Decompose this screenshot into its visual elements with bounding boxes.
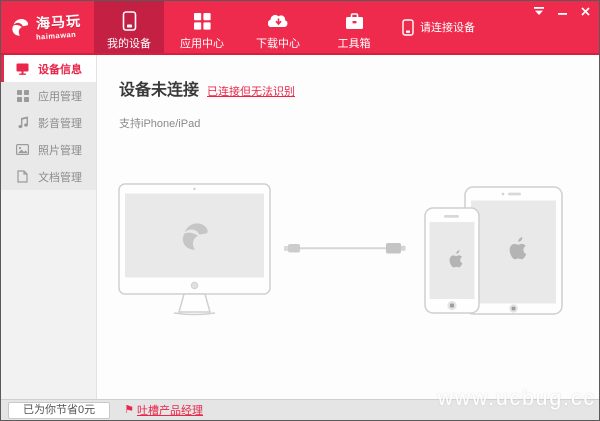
seahorse-logo-icon [12,19,29,36]
tab-my-devices[interactable]: 我的设备 [94,1,164,53]
header-bar: 海马玩 haimawan 我的设备 应用中心 下载中心 工具箱 请连接设备 [1,1,599,55]
connection-illustration [118,183,563,316]
toolbox-icon [345,11,364,31]
photo-icon [16,143,29,156]
minimize-button[interactable] [556,6,568,17]
main-content: 设备未连接 已连接但无法识别 支持iPhone/iPad [98,55,599,399]
tab-label: 我的设备 [107,38,151,50]
sidebar-item-label: 影音管理 [38,117,82,130]
iphone-illustration [424,207,480,314]
phone-icon [122,11,137,31]
monitor-icon [16,62,29,75]
music-icon [16,116,29,129]
menu-button[interactable] [533,6,545,17]
sidebar-item-label: 文档管理 [38,171,82,184]
apps-icon [16,89,29,102]
feedback-area[interactable]: ⚑ 吐槽产品经理 [124,402,203,418]
usb-cable [284,243,406,254]
document-icon [16,170,29,183]
cloud-download-icon [267,11,289,31]
connected-not-recognized-link[interactable]: 已连接但无法识别 [207,83,295,99]
connect-device-label: 请连接设备 [420,22,475,34]
sidebar: 设备信息 应用管理 影音管理 照片管理 文档管理 [1,55,97,399]
monitor-illustration [118,183,271,316]
window-controls [533,6,591,17]
tab-download-center[interactable]: 下载中心 [240,1,316,53]
sidebar-item-device-info[interactable]: 设备信息 [1,55,96,82]
sidebar-item-app-manage[interactable]: 应用管理 [1,82,96,109]
tab-toolbox[interactable]: 工具箱 [316,1,392,53]
sidebar-item-label: 照片管理 [38,144,82,157]
phone-small-icon [402,18,414,36]
logo-text: 海马玩 haimawan [35,12,82,42]
flag-icon: ⚑ [124,403,134,416]
connect-device-status: 请连接设备 [402,1,475,53]
app-logo: 海马玩 haimawan [1,1,94,53]
app-window: 海马玩 haimawan 我的设备 应用中心 下载中心 工具箱 请连接设备 设备… [0,0,600,421]
sidebar-item-label: 设备信息 [38,63,82,76]
tab-label: 应用中心 [180,38,224,50]
supported-devices-text: 支持iPhone/iPad [119,118,201,130]
tab-label: 工具箱 [337,38,371,50]
tab-app-center[interactable]: 应用中心 [164,1,240,53]
tab-label: 下载中心 [256,38,300,50]
brand-name: 海马玩 [35,12,82,32]
sidebar-item-doc-manage[interactable]: 文档管理 [1,163,96,190]
title-row: 设备未连接 已连接但无法识别 [119,76,295,100]
sidebar-item-label: 应用管理 [38,90,82,103]
page-title: 设备未连接 [119,82,200,99]
sidebar-item-photo-manage[interactable]: 照片管理 [1,136,96,163]
close-button[interactable] [579,6,591,17]
sidebar-item-media-manage[interactable]: 影音管理 [1,109,96,136]
brand-subtitle: haimawan [35,29,77,42]
grid-icon [193,11,211,31]
savings-badge: 已为你节省0元 [8,401,111,419]
site-watermark: www.ucbug.cc [437,387,596,410]
feedback-link[interactable]: 吐槽产品经理 [137,402,203,418]
